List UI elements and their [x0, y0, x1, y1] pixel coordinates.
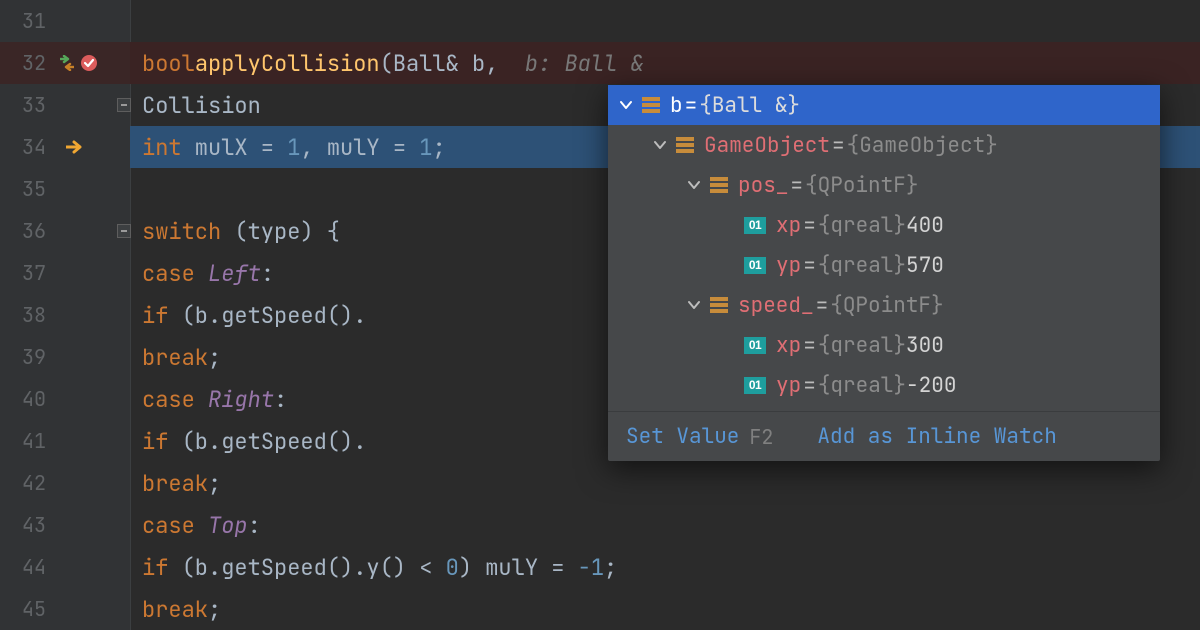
- code-content[interactable]: if (b.getSpeed().y() < 0) mulY = -1;: [130, 546, 1200, 588]
- debug-tree-row[interactable]: 01yp = {qreal} -200: [608, 365, 1160, 405]
- variable-value: {QPointF}: [805, 172, 918, 199]
- code-line-breakpoint[interactable]: 32 bool applyCollision(Ball& b, b: Ball …: [0, 42, 1200, 84]
- chevron-down-icon[interactable]: [652, 137, 668, 153]
- primitive-icon: 01: [744, 257, 766, 274]
- code-line[interactable]: 45 break;: [0, 588, 1200, 630]
- recursive-call-icon: [58, 55, 76, 71]
- variable-type: {qreal}: [818, 372, 906, 399]
- gutter[interactable]: 32: [0, 42, 130, 84]
- variable-name: yp: [776, 372, 801, 399]
- variable-name: speed_: [738, 292, 814, 319]
- debug-value-popup[interactable]: b = {Ball &}GameObject = {GameObject}pos…: [608, 85, 1160, 461]
- variable-name: pos_: [738, 172, 788, 199]
- execution-point-icon: [64, 139, 86, 155]
- chevron-down-icon[interactable]: [618, 97, 634, 113]
- gutter[interactable]: 36: [0, 210, 130, 252]
- variable-name: b: [670, 92, 683, 119]
- code-line[interactable]: 43 case Top:: [0, 504, 1200, 546]
- code-line[interactable]: 31: [0, 0, 1200, 42]
- gutter[interactable]: 42: [0, 462, 130, 504]
- line-number: 33: [8, 92, 46, 118]
- variable-type: {qreal}: [818, 252, 906, 279]
- gutter[interactable]: 40: [0, 378, 130, 420]
- debug-tree-row[interactable]: 01yp = {qreal} 570: [608, 245, 1160, 285]
- struct-icon: [642, 97, 660, 113]
- line-number: 44: [8, 554, 46, 580]
- variable-value: {QPointF}: [830, 292, 943, 319]
- fold-handle-icon[interactable]: [117, 224, 131, 238]
- line-number: 40: [8, 386, 46, 412]
- struct-icon: [710, 177, 728, 193]
- variable-name: yp: [776, 252, 801, 279]
- set-value-shortcut: F2: [749, 424, 773, 450]
- primitive-icon: 01: [744, 217, 766, 234]
- code-content[interactable]: break;: [130, 588, 1200, 630]
- variable-value: {Ball &}: [699, 92, 800, 119]
- variable-value: {GameObject}: [847, 132, 998, 159]
- debug-tree-row[interactable]: 01xp = {qreal} 400: [608, 205, 1160, 245]
- primitive-icon: 01: [744, 337, 766, 354]
- variable-value: 570: [906, 252, 944, 279]
- line-number: 37: [8, 260, 46, 286]
- fold-handle-icon[interactable]: [117, 98, 131, 112]
- set-value-action[interactable]: Set Value: [626, 423, 739, 450]
- line-number: 45: [8, 596, 46, 622]
- gutter[interactable]: 33: [0, 84, 130, 126]
- gutter[interactable]: 43: [0, 504, 130, 546]
- line-number: 38: [8, 302, 46, 328]
- gutter[interactable]: 38: [0, 294, 130, 336]
- code-content[interactable]: case Top:: [130, 504, 1200, 546]
- add-inline-watch-action[interactable]: Add as Inline Watch: [817, 423, 1056, 450]
- code-line[interactable]: 42 break;: [0, 462, 1200, 504]
- gutter[interactable]: 44: [0, 546, 130, 588]
- gutter[interactable]: 37: [0, 252, 130, 294]
- variable-name: xp: [776, 212, 801, 239]
- line-number: 42: [8, 470, 46, 496]
- variable-value: -200: [906, 372, 956, 399]
- debug-tree-row[interactable]: GameObject = {GameObject}: [608, 125, 1160, 165]
- breakpoint-icon[interactable]: [80, 54, 98, 72]
- debug-tree-row[interactable]: 01xp = {qreal} 300: [608, 325, 1160, 365]
- popup-footer: Set Value F2 Add as Inline Watch: [608, 411, 1160, 461]
- variable-name: GameObject: [704, 132, 830, 159]
- line-number: 43: [8, 512, 46, 538]
- struct-icon: [710, 297, 728, 313]
- gutter[interactable]: 35: [0, 168, 130, 210]
- gutter[interactable]: 31: [0, 0, 130, 42]
- chevron-down-icon: [720, 217, 736, 233]
- line-number: 35: [8, 176, 46, 202]
- gutter[interactable]: 39: [0, 336, 130, 378]
- chevron-down-icon: [720, 257, 736, 273]
- variable-value: 300: [906, 332, 944, 359]
- inlay-hint: b: Ball &: [498, 49, 643, 78]
- line-number: 39: [8, 344, 46, 370]
- debug-tree-row[interactable]: speed_ = {QPointF}: [608, 285, 1160, 325]
- line-number: 36: [8, 218, 46, 244]
- line-number: 31: [8, 8, 46, 34]
- gutter[interactable]: 34: [0, 126, 130, 168]
- chevron-down-icon[interactable]: [686, 297, 702, 313]
- variable-type: {qreal}: [818, 332, 906, 359]
- gutter[interactable]: 45: [0, 588, 130, 630]
- variable-name: xp: [776, 332, 801, 359]
- line-number: 32: [8, 50, 46, 76]
- variable-value: 400: [906, 212, 944, 239]
- chevron-down-icon: [720, 337, 736, 353]
- debug-tree-row[interactable]: b = {Ball &}: [608, 85, 1160, 125]
- chevron-down-icon: [720, 377, 736, 393]
- primitive-icon: 01: [744, 377, 766, 394]
- code-content[interactable]: bool applyCollision(Ball& b, b: Ball &: [130, 42, 1200, 84]
- chevron-down-icon[interactable]: [686, 177, 702, 193]
- variable-type: {qreal}: [818, 212, 906, 239]
- debug-tree-row[interactable]: pos_ = {QPointF}: [608, 165, 1160, 205]
- gutter[interactable]: 41: [0, 420, 130, 462]
- line-number: 41: [8, 428, 46, 454]
- code-line[interactable]: 44 if (b.getSpeed().y() < 0) mulY = -1;: [0, 546, 1200, 588]
- line-number: 34: [8, 134, 46, 160]
- struct-icon: [676, 137, 694, 153]
- code-content[interactable]: break;: [130, 462, 1200, 504]
